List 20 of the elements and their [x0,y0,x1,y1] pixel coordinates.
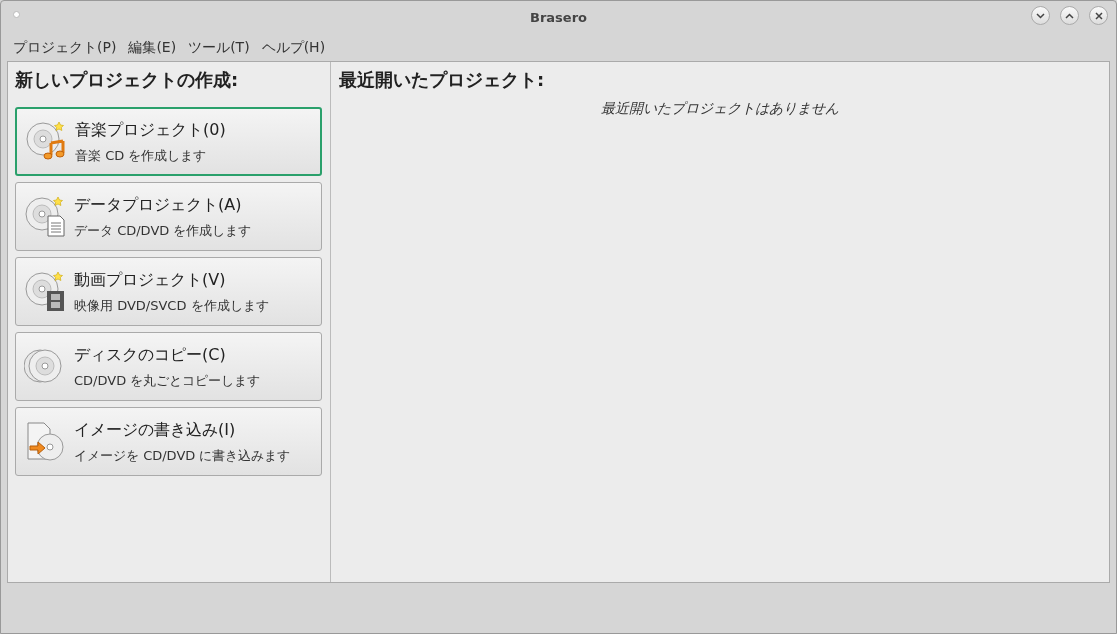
project-button[interactable]: 動画プロジェクト(V) 映像用 DVD/SVCD を作成します [15,257,322,326]
chevron-up-icon [1065,12,1074,19]
window-title: Brasero [530,8,587,27]
menu-item[interactable]: プロジェクト(P) [13,37,117,58]
minimize-button[interactable] [1031,6,1050,25]
menu-item[interactable]: ツール(T) [188,37,250,58]
chevron-down-icon [1036,12,1045,19]
project-button[interactable]: データプロジェクト(A) データ CD/DVD を作成します [15,182,322,251]
project-button[interactable]: ディスクのコピー(C) CD/DVD を丸ごとコピーします [15,332,322,401]
menu-item[interactable]: ヘルプ(H) [261,37,326,58]
window-menu-dot[interactable] [13,11,20,18]
empty-message: 最近開いたプロジェクトはありません [600,99,840,118]
close-icon [1094,11,1103,20]
project-button[interactable]: イメージの書き込み(I) イメージを CD/DVD に書き込みます [15,407,322,476]
section-heading: 新しいプロジェクトの作成: [15,68,240,92]
menu-item[interactable]: 編集(E) [128,37,177,58]
section-heading: 最近開いたプロジェクト: [339,68,546,92]
project-button[interactable]: 音楽プロジェクト(0) 音楽 CD を作成します [15,107,322,176]
maximize-button[interactable] [1060,6,1079,25]
close-button[interactable] [1089,6,1108,25]
